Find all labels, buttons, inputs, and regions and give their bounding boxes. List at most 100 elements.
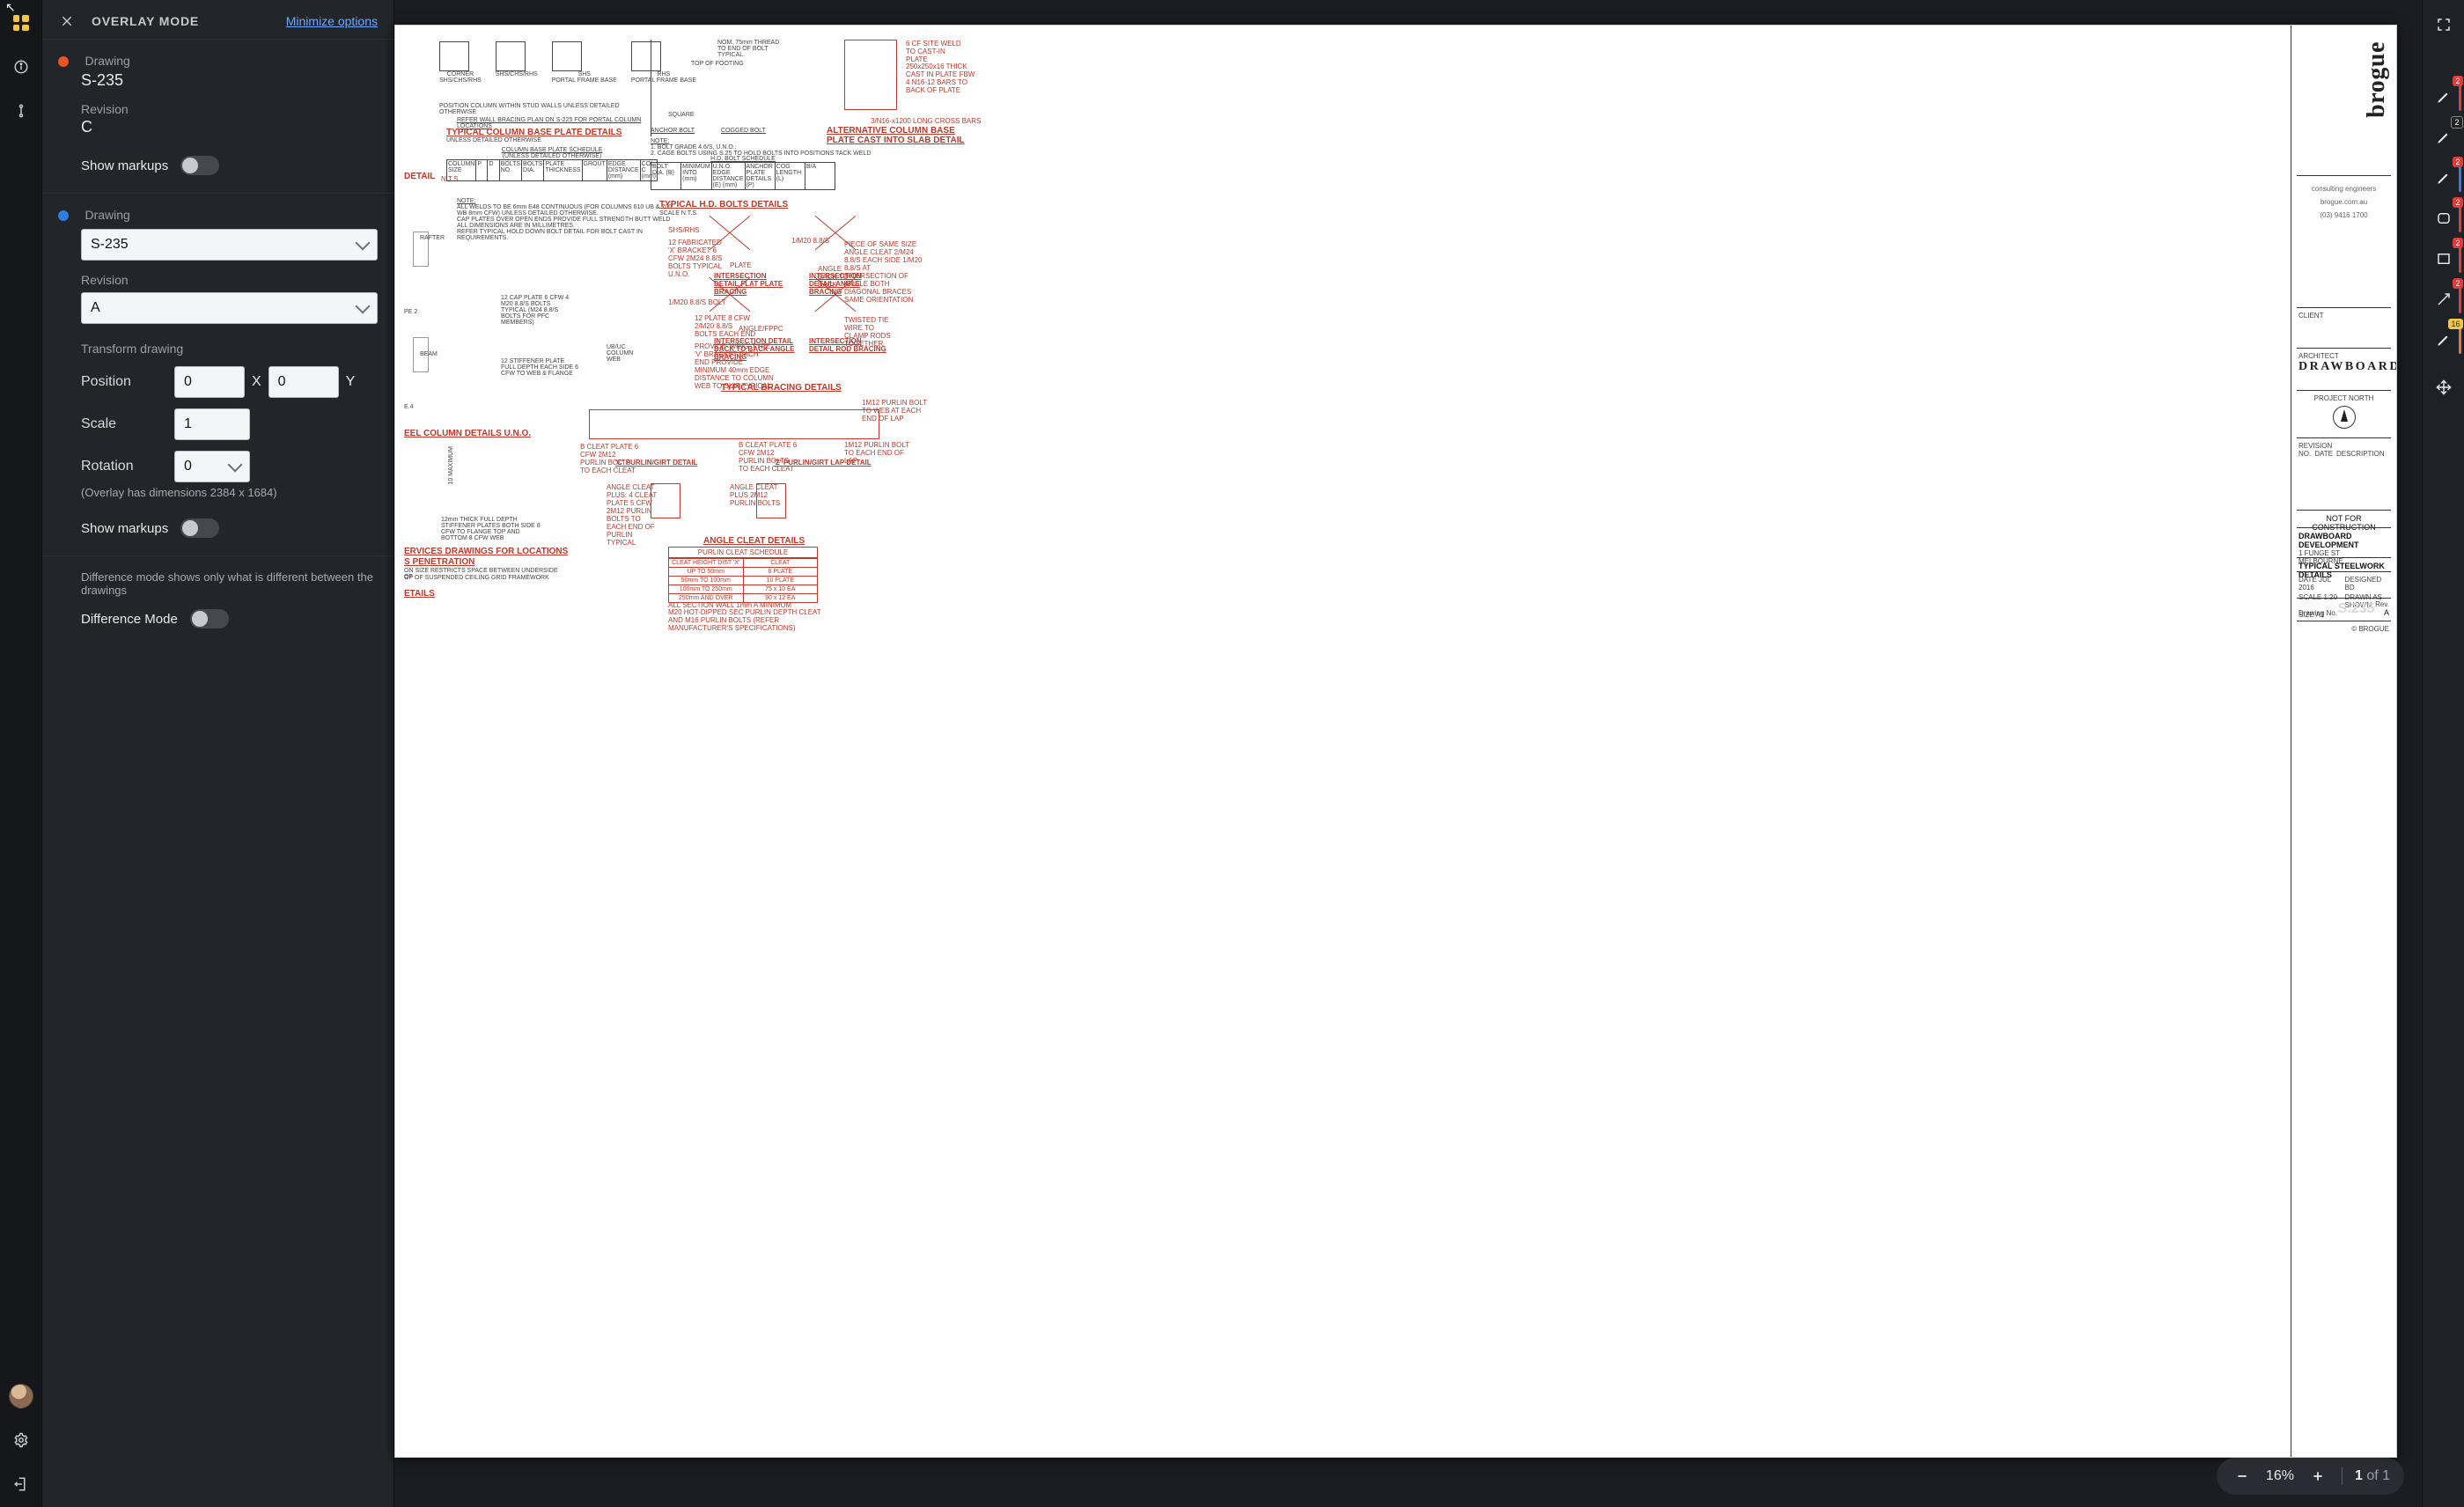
tool-pen-1[interactable]: 2 [2426,79,2461,114]
difference-label: Difference Mode [81,612,178,627]
overlay-revision-value: A [91,300,100,316]
scale-input[interactable]: 1 [174,408,250,440]
drawing-sheet[interactable]: CORNER SHS/CHS/RHS SHS/CHS/RHS SHS PORTA… [394,25,2397,1458]
rotation-select[interactable]: 0 [174,451,250,482]
badge: 2 [2453,76,2462,86]
position-y-suffix: Y [346,374,356,390]
gear-icon [13,1432,29,1448]
badge: 2 [2453,157,2462,167]
position-x-input[interactable]: 0 [174,366,245,398]
tool-rect[interactable]: 2 [2426,241,2461,276]
plus-icon [2312,1470,2324,1482]
zoom-out-button[interactable] [2231,1465,2254,1488]
right-rail: 2 2 2 2 2 2 16 [2422,0,2464,1507]
heading-col-base: TYPICAL COLUMN BASE PLATE DETAILS [446,128,622,137]
tool-move[interactable] [2426,370,2461,405]
overlay-title: OVERLAY MODE [92,14,199,28]
heading-hd-bolts: TYPICAL H.D. BOLTS DETAILS [659,200,788,210]
heading-bracing: TYPICAL BRACING DETAILS [721,383,842,393]
page-current: 1 [2355,1468,2363,1483]
zoom-percent: 16% [2266,1468,2294,1484]
tool-marker[interactable]: 16 [2426,322,2461,357]
position-label: Position [81,374,165,390]
info-button[interactable] [7,53,35,81]
left-rail [0,0,42,1507]
heading-alt-base: ALTERNATIVE COLUMN BASE PLATE CAST INTO … [827,126,976,145]
titleblock-brand: brogue [2363,41,2391,118]
apps-button[interactable] [7,9,35,37]
expand-icon [2436,17,2452,33]
symbol-corner-label: CORNER [439,71,482,77]
base-drawing-label: Drawing [85,54,129,68]
move-icon [2436,379,2452,395]
avatar [9,1384,33,1408]
overlay-drawing-value: S-235 [91,237,129,253]
info-icon [13,59,29,75]
avatar-button[interactable] [7,1382,35,1410]
overlay-color-dot [58,210,69,221]
difference-hint: Difference mode shows only what is diffe… [81,570,378,597]
titleblock: brogue consulting engineers brogue.com.a… [2291,26,2396,1457]
position-y-input[interactable]: 0 [268,366,339,398]
overlay-revision-label: Revision [81,273,378,287]
drawing-number: S.235 [2338,601,2375,617]
arrow-icon [2436,291,2452,307]
base-revision-label: Revision [81,102,378,116]
position-separator: X [252,374,261,390]
canvas-area[interactable]: CORNER SHS/CHS/RHS SHS/CHS/RHS SHS PORTA… [394,0,2422,1507]
tool-pen-3[interactable]: 2 [2426,160,2461,195]
purlin-cleat-table: PURLIN CLEAT SCHEDULE CLEAT HEIGHT DIST … [668,547,818,603]
difference-toggle[interactable] [190,609,229,629]
base-show-markups-label: Show markups [81,158,168,173]
tool-shape-cloud[interactable]: 2 [2426,201,2461,236]
transform-label: Transform drawing [81,342,378,356]
page-total: of 1 [2366,1468,2390,1483]
base-drawing-section: Drawing S-235 Revision C Show markups [42,39,394,193]
symbol-corner [439,41,469,71]
close-button[interactable] [58,12,76,30]
close-icon [60,14,74,28]
overlay-panel: OVERLAY MODE Minimize options Drawing S-… [42,0,394,1507]
overlay-drawing-section: Drawing S-235 Revision A Transform drawi… [42,193,394,555]
overlay-show-markups-toggle[interactable] [180,518,219,538]
badge: 16 [2448,319,2462,329]
tool-arrow[interactable]: 2 [2426,282,2461,317]
tool-pen-2[interactable]: 2 [2426,120,2461,155]
badge: 2 [2453,197,2462,208]
minus-icon [2236,1470,2248,1482]
overlay-dimensions-hint: (Overlay has dimensions 2384 x 1684) [81,486,378,499]
rotation-label: Rotation [81,459,165,474]
scale-label: Scale [81,416,165,432]
compass-icon [2333,406,2356,429]
heading-angle-cleat: ANGLE CLEAT DETAILS [703,536,805,546]
rect-icon [2436,251,2452,267]
overlay-show-markups-label: Show markups [81,521,168,536]
difference-section: Difference mode shows only what is diffe… [42,555,394,646]
badge: 2 [2453,278,2462,289]
badge: 2 [2451,116,2462,129]
overlay-drawing-select[interactable]: S-235 [81,229,378,261]
base-show-markups-toggle[interactable] [180,156,219,175]
branch-button[interactable] [7,97,35,125]
exit-button[interactable] [7,1470,35,1498]
versions-icon [13,103,29,119]
overlay-header: OVERLAY MODE Minimize options [42,0,394,39]
pen-icon [2436,89,2452,105]
settings-button[interactable] [7,1426,35,1454]
chevron-down-icon [356,299,371,314]
expand-button[interactable] [2426,7,2461,42]
pen-icon [2436,170,2452,186]
chevron-down-icon [228,458,243,473]
overlay-revision-select[interactable]: A [81,292,378,324]
cloud-rect-icon [2436,210,2452,226]
base-revision-value: C [81,118,378,136]
overlay-drawing-label: Drawing [85,208,129,222]
heading-detail-left: DETAIL [404,172,435,181]
minimize-link[interactable]: Minimize options [286,14,378,28]
badge: 2 [2453,238,2462,248]
zoom-in-button[interactable] [2306,1465,2329,1488]
pen-icon [2436,129,2452,145]
exit-icon [13,1476,29,1492]
chevron-down-icon [356,236,371,251]
pen-icon [2436,332,2452,348]
